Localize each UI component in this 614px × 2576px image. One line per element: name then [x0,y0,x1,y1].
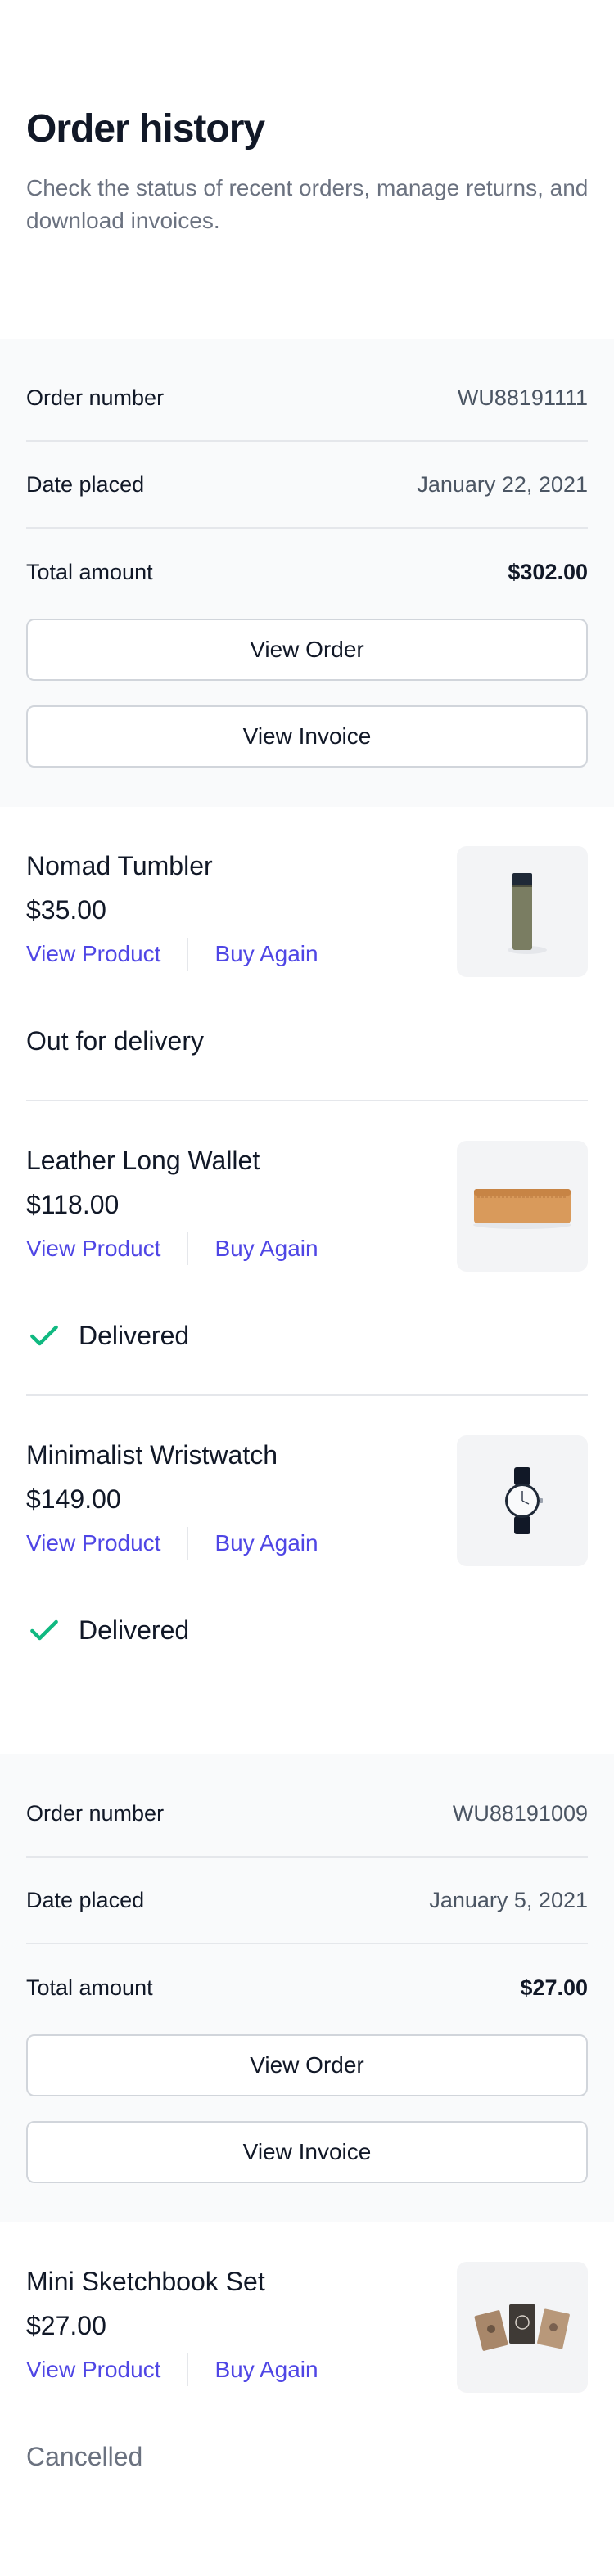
date-placed-label: Date placed [26,471,145,497]
product-thumbnail[interactable] [457,846,588,977]
order-number-value: WU88191009 [452,1800,588,1826]
total-amount-label: Total amount [26,1975,153,2000]
total-amount-label: Total amount [26,559,153,584]
order-item-main: Minimalist Wristwatch $149.00 View Produ… [26,1396,588,1601]
total-amount-value: $27.00 [520,1975,588,2000]
view-invoice-button[interactable]: View Invoice [26,2121,588,2183]
sketchbook-icon [474,2304,570,2351]
view-product-link[interactable]: View Product [26,1236,160,1262]
order-items: Mini Sketchbook Set $27.00 View Product … [0,2222,614,2515]
delivery-status: Delivered [26,1296,588,1394]
date-placed-label: Date placed [26,1887,145,1912]
order-card: Order number WU88191111 Date placed Janu… [0,339,614,1689]
view-invoice-button[interactable]: View Invoice [26,705,588,768]
buy-again-link[interactable]: Buy Again [214,1236,318,1262]
delivery-status: Cancelled [26,2417,588,2515]
buy-again-link[interactable]: Buy Again [214,941,318,967]
order-item-main: Leather Long Wallet $118.00 View Product… [26,1101,588,1306]
total-amount-row: Total amount $302.00 [26,529,588,615]
date-placed-row: Date placed January 5, 2021 [26,1858,588,1944]
order-actions: View Order View Invoice [26,615,588,768]
total-amount-row: Total amount $27.00 [26,1944,588,2031]
order-item: Leather Long Wallet $118.00 View Product… [26,1101,588,1396]
link-divider [187,2353,189,2386]
order-number-label: Order number [26,385,165,410]
order-number-label: Order number [26,1800,165,1826]
status-text: Delivered [79,1615,190,1645]
view-product-link[interactable]: View Product [26,941,160,967]
check-icon [30,1619,58,1641]
order-summary: Order number WU88191009 Date placed Janu… [0,1754,614,2222]
order-item-main: Nomad Tumbler $35.00 View Product Buy Ag… [26,807,588,1011]
link-divider [187,1232,189,1265]
product-thumbnail[interactable] [457,1435,588,1566]
order-number-row: Order number WU88191009 [26,1771,588,1858]
date-placed-value: January 22, 2021 [417,471,588,497]
view-product-link[interactable]: View Product [26,2357,160,2383]
page-header: Order history Check the status of recent… [0,0,614,339]
order-card: Order number WU88191009 Date placed Janu… [0,1754,614,2515]
tumbler-icon [508,873,547,954]
order-item: Nomad Tumbler $35.00 View Product Buy Ag… [26,807,588,1101]
order-item-main: Mini Sketchbook Set $27.00 View Product … [26,2222,588,2427]
view-order-button[interactable]: View Order [26,619,588,681]
page-title: Order history [26,107,265,151]
order-summary: Order number WU88191111 Date placed Janu… [0,339,614,807]
order-item: Minimalist Wristwatch $149.00 View Produ… [26,1396,588,1689]
product-thumbnail[interactable] [457,1141,588,1272]
date-placed-row: Date placed January 22, 2021 [26,442,588,529]
order-actions: View Order View Invoice [26,2031,588,2183]
order-number-value: WU88191111 [457,385,588,410]
order-item: Mini Sketchbook Set $27.00 View Product … [26,2222,588,2515]
order-number-row: Order number WU88191111 [26,355,588,442]
delivery-status: Out for delivery [26,1002,588,1100]
link-divider [187,1527,189,1560]
view-product-link[interactable]: View Product [26,1530,160,1556]
buy-again-link[interactable]: Buy Again [214,2357,318,2383]
date-placed-value: January 5, 2021 [429,1887,588,1912]
check-icon [30,1325,58,1346]
view-order-button[interactable]: View Order [26,2034,588,2096]
delivery-status: Delivered [26,1591,588,1689]
wallet-icon [473,1189,571,1229]
link-divider [187,938,189,971]
status-text: Out for delivery [26,1025,204,1056]
watch-icon [505,1467,543,1534]
status-text: Cancelled [26,2441,143,2471]
product-thumbnail[interactable] [457,2262,588,2393]
total-amount-value: $302.00 [508,559,588,584]
status-text: Delivered [79,1320,190,1350]
order-history-page: Order history Check the status of recent… [0,0,614,2576]
order-items: Nomad Tumbler $35.00 View Product Buy Ag… [0,807,614,1689]
buy-again-link[interactable]: Buy Again [214,1530,318,1556]
page-subtitle: Check the status of recent orders, manag… [26,175,589,233]
